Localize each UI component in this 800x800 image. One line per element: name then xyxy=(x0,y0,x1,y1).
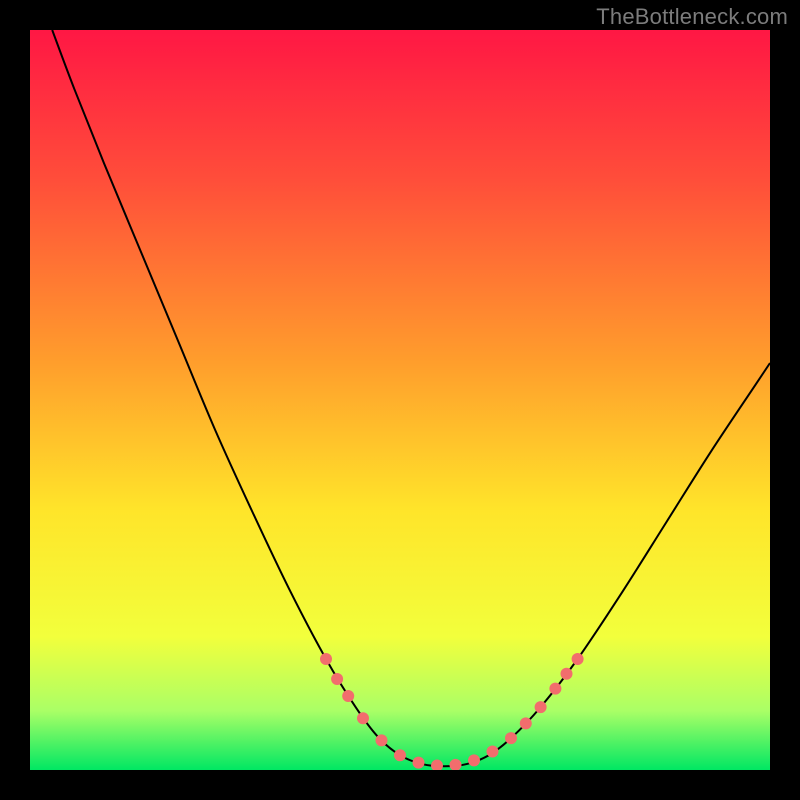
highlight-dot xyxy=(342,690,354,702)
highlight-dot xyxy=(413,757,425,769)
watermark-text: TheBottleneck.com xyxy=(596,4,788,30)
chart-background xyxy=(30,30,770,770)
highlight-dot xyxy=(487,746,499,758)
highlight-dot xyxy=(468,754,480,766)
highlight-dot xyxy=(331,673,343,685)
highlight-dot xyxy=(376,734,388,746)
highlight-dot xyxy=(535,701,547,713)
highlight-dot xyxy=(549,683,561,695)
highlight-dot xyxy=(520,717,532,729)
chart-svg xyxy=(30,30,770,770)
highlight-dot xyxy=(505,732,517,744)
highlight-dot xyxy=(320,653,332,665)
highlight-dot xyxy=(394,749,406,761)
highlight-dot xyxy=(561,668,573,680)
chart-frame xyxy=(30,30,770,770)
highlight-dot xyxy=(572,653,584,665)
highlight-dot xyxy=(357,712,369,724)
